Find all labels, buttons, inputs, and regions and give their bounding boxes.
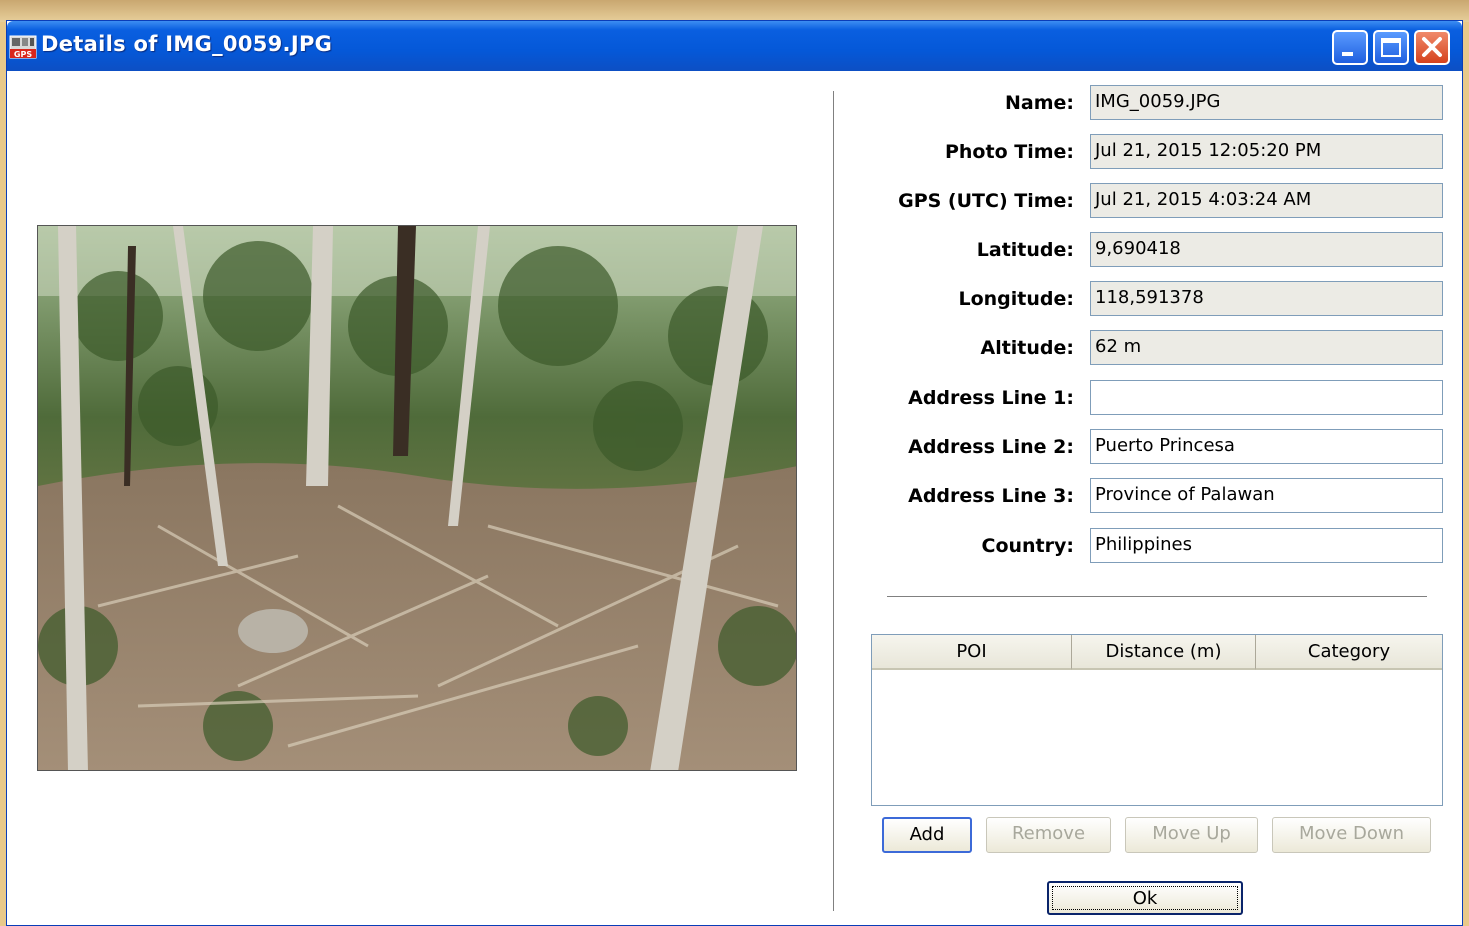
remove-button[interactable]: Remove [986, 817, 1111, 853]
field-gps-time-label: GPS (UTC) Time: [898, 190, 1074, 212]
maximize-icon [1381, 38, 1401, 57]
close-button[interactable] [1414, 30, 1450, 65]
poi-table[interactable]: POI Distance (m) Category [871, 634, 1443, 806]
horizontal-separator [887, 596, 1427, 597]
column-header-poi[interactable]: POI [872, 635, 1072, 670]
field-altitude-label: Altitude: [980, 337, 1074, 359]
details-dialog: GPS Details of IMG_0059.JPG Name: IMG_00… [6, 20, 1463, 926]
field-longitude-label: Longitude: [958, 288, 1075, 310]
desktop-background [0, 0, 1469, 22]
field-name-label: Name: [1004, 92, 1074, 114]
window-title: Details of IMG_0059.JPG [41, 32, 333, 56]
move-up-button[interactable]: Move Up [1125, 817, 1258, 853]
ok-button[interactable]: Ok [1047, 881, 1243, 915]
svg-text:GPS: GPS [14, 50, 32, 59]
field-address2-label: Address Line 2: [908, 436, 1074, 458]
field-country-label: Country: [981, 535, 1075, 557]
column-header-distance[interactable]: Distance (m) [1072, 635, 1256, 670]
photo-preview [37, 225, 797, 771]
add-button[interactable]: Add [882, 817, 972, 853]
close-icon [1422, 37, 1442, 57]
column-header-category[interactable]: Category [1256, 635, 1442, 670]
latitude-field[interactable]: 9,690418 [1090, 232, 1443, 267]
address-line-1-input[interactable] [1090, 380, 1443, 415]
field-photo-time-label: Photo Time: [944, 141, 1074, 163]
photo-image [38, 226, 796, 770]
address-line-3-input[interactable]: Province of Palawan [1090, 478, 1443, 513]
longitude-field[interactable]: 118,591378 [1090, 281, 1443, 316]
gps-time-field[interactable]: Jul 21, 2015 4:03:24 AM [1090, 183, 1443, 218]
country-input[interactable]: Philippines [1090, 528, 1443, 563]
title-bar[interactable]: GPS Details of IMG_0059.JPG [7, 21, 1462, 71]
address-line-2-input[interactable]: Puerto Princesa [1090, 429, 1443, 464]
app-gps-icon: GPS [9, 35, 37, 59]
move-down-button[interactable]: Move Down [1272, 817, 1431, 853]
name-field[interactable]: IMG_0059.JPG [1090, 85, 1443, 120]
field-address3-label: Address Line 3: [908, 485, 1074, 507]
field-latitude-label: Latitude: [976, 239, 1074, 261]
minimize-button[interactable] [1332, 30, 1368, 65]
altitude-field[interactable]: 62 m [1090, 330, 1443, 365]
minimize-icon [1342, 52, 1353, 56]
maximize-button[interactable] [1373, 30, 1409, 65]
field-address1-label: Address Line 1: [908, 387, 1074, 409]
photo-time-field[interactable]: Jul 21, 2015 12:05:20 PM [1090, 134, 1443, 169]
ok-button-label: Ok [1132, 888, 1158, 909]
